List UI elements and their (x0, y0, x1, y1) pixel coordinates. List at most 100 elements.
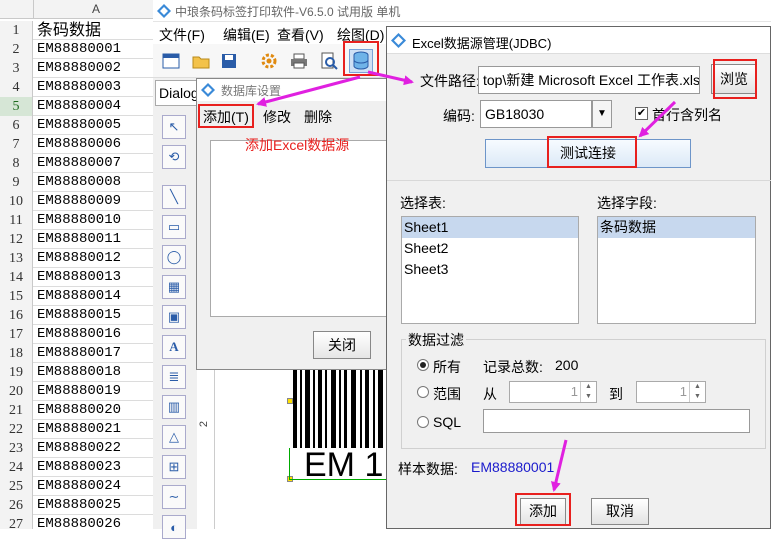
sheet-cell[interactable]: EM88880013 (37, 268, 121, 287)
row-number[interactable]: 8 (0, 154, 33, 173)
sheet-cell[interactable]: EM88880002 (37, 59, 121, 78)
pointer-tool-icon[interactable]: ↖ (162, 115, 186, 139)
row-number[interactable]: 7 (0, 135, 33, 154)
datasource-list[interactable] (210, 140, 387, 317)
field-item[interactable]: 条码数据 (598, 217, 755, 238)
sheet-row[interactable]: 12 EM88880011 (0, 230, 157, 249)
sheet-cell[interactable]: EM88880020 (37, 401, 121, 420)
sheet-cell[interactable]: EM88880015 (37, 306, 121, 325)
row-number[interactable]: 6 (0, 116, 33, 135)
row-number[interactable]: 16 (0, 306, 33, 325)
menu-view[interactable]: 查看(V) (277, 25, 324, 45)
sheet-row[interactable]: 24 EM88880023 (0, 458, 157, 477)
sheet-row[interactable]: 26 EM88880025 (0, 496, 157, 515)
sheet-cell[interactable]: EM88880006 (37, 135, 121, 154)
more-tool-icon[interactable]: ◐ (162, 515, 186, 539)
sheet-cell[interactable]: EM88880007 (37, 154, 121, 173)
row-number[interactable]: 24 (0, 458, 33, 477)
sheet-cell[interactable]: EM88880014 (37, 287, 121, 306)
qrcode-tool-icon[interactable]: ⊞ (162, 455, 186, 479)
close-button[interactable]: 关闭 (313, 331, 371, 359)
sheet-row[interactable]: 14 EM88880013 (0, 268, 157, 287)
row-number[interactable]: 10 (0, 192, 33, 211)
row-number[interactable]: 9 (0, 173, 33, 192)
sheet-row[interactable]: 27 EM88880026 (0, 515, 157, 529)
encoding-select[interactable]: GB18030 (480, 100, 592, 128)
path-field[interactable]: top\新建 Microsoft Excel 工作表.xls (478, 66, 700, 94)
filter-range-radio[interactable] (417, 386, 429, 398)
sheet-row[interactable]: 16 EM88880015 (0, 306, 157, 325)
label-canvas[interactable]: EM 1 (215, 370, 390, 529)
row-number[interactable]: 4 (0, 78, 33, 97)
row-number[interactable]: 13 (0, 249, 33, 268)
sheet-cell[interactable]: EM88880022 (37, 439, 121, 458)
menu-file[interactable]: 文件(F) (159, 25, 205, 45)
table-item[interactable]: Sheet1 (402, 217, 578, 238)
picture-tool-icon[interactable]: ▣ (162, 305, 186, 329)
sheet-cell[interactable]: EM88880008 (37, 173, 121, 192)
sheet-cell[interactable]: EM88880018 (37, 363, 121, 382)
row-number[interactable]: 23 (0, 439, 33, 458)
from-spinner[interactable]: 1 (509, 381, 597, 403)
sheet-cell[interactable]: EM88880024 (37, 477, 121, 496)
sheet-cell[interactable]: EM88880023 (37, 458, 121, 477)
sheet-cell[interactable]: EM88880009 (37, 192, 121, 211)
triangle-tool-icon[interactable]: △ (162, 425, 186, 449)
sheet-row[interactable]: 4 EM88880003 (0, 78, 157, 97)
delete-menu-button[interactable]: 删除 (304, 107, 332, 127)
sheet-row[interactable]: 22 EM88880021 (0, 420, 157, 439)
sheet-cell[interactable]: 条码数据 (37, 21, 101, 40)
table-item[interactable]: Sheet2 (402, 238, 578, 259)
curve-tool-icon[interactable]: ∼ (162, 485, 186, 509)
row-number[interactable]: 21 (0, 401, 33, 420)
to-spinner[interactable]: 1 (636, 381, 706, 403)
sheet-cell[interactable]: EM88880011 (37, 230, 121, 249)
settings-icon[interactable] (257, 49, 281, 73)
filter-sql-radio[interactable] (417, 416, 429, 428)
table-list[interactable]: Sheet1 Sheet2 Sheet3 (401, 216, 579, 324)
sheet-row[interactable]: 8 EM88880007 (0, 154, 157, 173)
cancel-button[interactable]: 取消 (591, 498, 649, 525)
sheet-row[interactable]: 3 EM88880002 (0, 59, 157, 78)
sheet-row[interactable]: 5 EM88880004 (0, 97, 157, 116)
sheet-cell[interactable]: EM88880016 (37, 325, 121, 344)
row-number[interactable]: 1 (0, 21, 33, 40)
row-number[interactable]: 3 (0, 59, 33, 78)
column-header-a[interactable]: A (33, 0, 157, 19)
print-preview-icon[interactable] (317, 49, 341, 73)
rich-text-tool-icon[interactable]: ≣ (162, 365, 186, 389)
sheet-row[interactable]: 11 EM88880010 (0, 211, 157, 230)
row-number[interactable]: 11 (0, 211, 33, 230)
row-number[interactable]: 14 (0, 268, 33, 287)
sheet-cell[interactable]: EM88880026 (37, 515, 121, 529)
row-number[interactable]: 18 (0, 344, 33, 363)
menu-edit[interactable]: 编辑(E) (223, 25, 270, 45)
sheet-row[interactable]: 9 EM88880008 (0, 173, 157, 192)
selection-handle[interactable] (287, 398, 293, 404)
text-tool-icon[interactable]: A (162, 335, 186, 359)
sheet-row[interactable]: 15 EM88880014 (0, 287, 157, 306)
sheet-cell[interactable]: EM88880021 (37, 420, 121, 439)
ellipse-tool-icon[interactable]: ◯ (162, 245, 186, 269)
sheet-row[interactable]: 20 EM88880019 (0, 382, 157, 401)
sheet-row[interactable]: 17 EM88880016 (0, 325, 157, 344)
sheet-row[interactable]: 10 EM88880009 (0, 192, 157, 211)
chevron-down-icon[interactable]: ▼ (592, 100, 612, 128)
sheet-cell[interactable]: EM88880001 (37, 40, 121, 59)
sheet-row[interactable]: 23 EM88880022 (0, 439, 157, 458)
sheet-cell[interactable]: EM88880017 (37, 344, 121, 363)
sheet-cell[interactable]: EM88880003 (37, 78, 121, 97)
sheet-row[interactable]: 2 EM88880001 (0, 40, 157, 59)
sheet-row[interactable]: 19 EM88880018 (0, 363, 157, 382)
sheet-row[interactable]: 18 EM88880017 (0, 344, 157, 363)
sheet-row[interactable]: 21 EM88880020 (0, 401, 157, 420)
row-number[interactable]: 19 (0, 363, 33, 382)
filter-all-radio[interactable] (417, 359, 429, 371)
sheet-row[interactable]: 1 条码数据 (0, 21, 157, 40)
sheet-cell[interactable]: EM88880004 (37, 97, 121, 116)
barcode-tool-icon[interactable]: ▥ (162, 395, 186, 419)
row-number[interactable]: 17 (0, 325, 33, 344)
sheet-cell[interactable]: EM88880012 (37, 249, 121, 268)
first-row-checkbox[interactable]: ✔ (635, 107, 648, 120)
sheet-row[interactable]: 13 EM88880012 (0, 249, 157, 268)
